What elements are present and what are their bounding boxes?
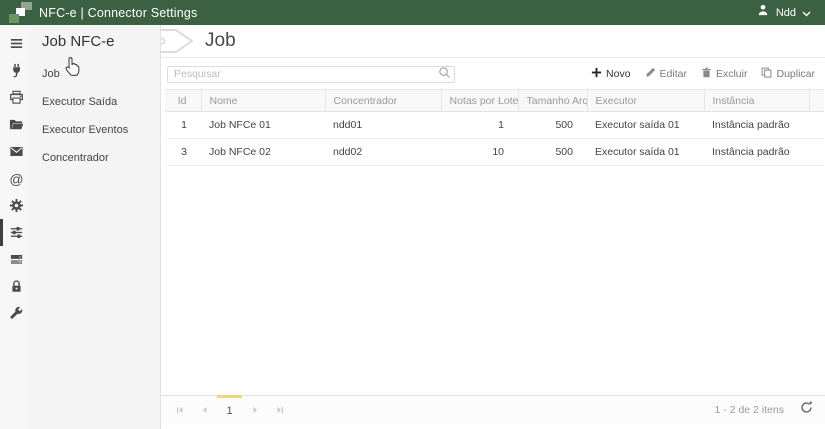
page-number[interactable]: 1 — [217, 395, 242, 424]
pager-info: 1 - 2 de 2 itens — [715, 404, 784, 416]
cell-id: 1 — [165, 112, 201, 139]
sidebar-item-executor-eventos[interactable]: Executor Eventos — [30, 116, 160, 144]
cell-tamanho: 500 — [518, 139, 587, 166]
empty-area — [161, 166, 825, 395]
user-icon — [756, 3, 770, 22]
cell-concentrador: ndd01 — [325, 112, 441, 139]
header-blank — [809, 90, 824, 112]
top-bar: NFC-e | Connector Settings Ndd — [0, 0, 825, 25]
page-header: Job — [161, 25, 825, 58]
user-name: Ndd — [776, 7, 796, 19]
cell-blank — [809, 112, 824, 139]
cell-id: 3 — [165, 139, 201, 166]
cell-nome: Job NFCe 02 — [201, 139, 325, 166]
header-concentrador[interactable]: Concentrador — [325, 90, 441, 112]
mail-icon[interactable] — [0, 138, 30, 165]
cell-executor: Executor saída 01 — [587, 112, 704, 139]
app-logo — [3, 0, 35, 25]
tag-icon — [160, 27, 195, 55]
main-content: Job Novo Edit — [160, 25, 825, 429]
plus-icon — [591, 67, 602, 81]
sidebar-item-executor-saida[interactable]: Executor Saída — [30, 88, 160, 116]
cell-tamanho: 500 — [518, 112, 587, 139]
server-icon[interactable] — [0, 246, 30, 273]
cell-executor: Executor saída 01 — [587, 139, 704, 166]
lock-icon[interactable] — [0, 273, 30, 300]
chevron-down-icon — [802, 4, 811, 22]
next-page-icon[interactable] — [242, 396, 267, 424]
cell-instancia: Instância padrão — [704, 139, 809, 166]
app-title: NFC-e | Connector Settings — [39, 6, 198, 20]
excluir-button[interactable]: Excluir — [701, 67, 748, 81]
search-box — [167, 64, 455, 83]
folder-open-icon[interactable] — [0, 111, 30, 138]
refresh-icon[interactable] — [800, 401, 813, 419]
printer-icon[interactable] — [0, 84, 30, 111]
editar-button[interactable]: Editar — [645, 67, 687, 81]
job-table: Id Nome Concentrador Notas por Lote Tama… — [165, 89, 824, 166]
header-tamanho-arquivo[interactable]: Tamanho Arquivo — [518, 90, 587, 112]
icon-strip: @ — [0, 25, 30, 429]
wrench-icon[interactable] — [0, 300, 30, 327]
table-header-row: Id Nome Concentrador Notas por Lote Tama… — [165, 90, 824, 112]
pencil-icon — [645, 67, 656, 81]
first-page-icon[interactable] — [167, 396, 192, 424]
at-sign-icon[interactable]: @ — [0, 165, 30, 192]
sidebar-item-job[interactable]: Job — [30, 60, 160, 88]
header-executor[interactable]: Executor — [587, 90, 704, 112]
pager: 1 1 - 2 de 2 itens — [161, 395, 825, 424]
duplicar-button[interactable]: Duplicar — [761, 67, 815, 81]
menu-icon[interactable] — [0, 30, 30, 57]
header-notas-por-lote[interactable]: Notas por Lote — [441, 90, 518, 112]
cell-notas: 1 — [441, 112, 518, 139]
module-sidebar: Job NFC-e Job Executor Saída Executor Ev… — [30, 25, 160, 429]
header-id[interactable]: Id — [165, 90, 201, 112]
cell-notas: 10 — [441, 139, 518, 166]
sliders-icon[interactable] — [0, 219, 30, 246]
cell-instancia: Instância padrão — [704, 112, 809, 139]
cell-nome: Job NFCe 01 — [201, 112, 325, 139]
search-input[interactable] — [167, 66, 455, 83]
gear-icon[interactable] — [0, 192, 30, 219]
toolbar: Novo Editar Excluir — [161, 58, 825, 89]
prev-page-icon[interactable] — [192, 396, 217, 424]
table-row[interactable]: 3 Job NFCe 02 ndd02 10 500 Executor saíd… — [165, 139, 824, 166]
last-page-icon[interactable] — [267, 396, 292, 424]
app-body: @ Job NFC-e Job Executor Saída Executor … — [0, 25, 825, 429]
cell-concentrador: ndd02 — [325, 139, 441, 166]
plug-icon[interactable] — [0, 57, 30, 84]
trash-icon — [701, 67, 712, 81]
table-row[interactable]: 1 Job NFCe 01 ndd01 1 500 Executor saída… — [165, 112, 824, 139]
header-instancia[interactable]: Instância — [704, 90, 809, 112]
page-title: Job — [205, 30, 236, 52]
user-menu[interactable]: Ndd — [756, 3, 825, 22]
cell-blank — [809, 139, 824, 166]
header-nome[interactable]: Nome — [201, 90, 325, 112]
search-icon[interactable] — [438, 66, 451, 84]
sidebar-item-concentrador[interactable]: Concentrador — [30, 144, 160, 172]
copy-icon — [761, 67, 772, 81]
novo-button[interactable]: Novo — [591, 67, 631, 81]
sidebar-title: Job NFC-e — [30, 25, 160, 60]
